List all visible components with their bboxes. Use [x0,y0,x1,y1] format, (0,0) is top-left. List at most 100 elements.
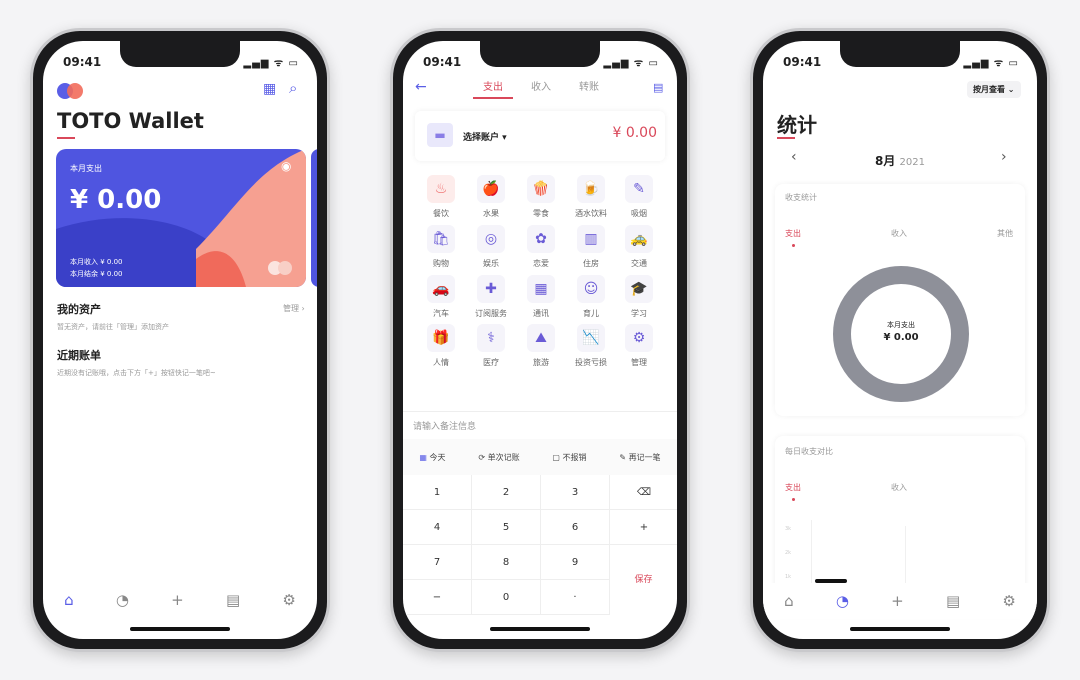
card-balance: 本月结余 ¥ 0.00 [70,270,123,278]
chart-icon[interactable]: ◔ [116,591,129,609]
summary-tab-expense[interactable]: 支出 [785,228,801,239]
calculator-icon[interactable]: ▤ [946,592,960,610]
category-item[interactable]: ☺ 育儿 [566,275,616,319]
category-item[interactable]: ✎ 吸烟 [614,175,664,219]
chart-icon[interactable]: ◔ [836,592,849,610]
next-card-peek[interactable] [311,149,317,287]
home-indicator [850,627,950,631]
title-underline [777,137,795,139]
options-row: ▦ 今天 ⟳ 单次记账 ▢ 不报销 ✎ 再记一笔 [403,439,677,475]
category-label: 恋爱 [533,259,549,268]
home-icon[interactable]: ⌂ [64,591,74,609]
amount-input[interactable]: ¥ 0.00 [612,125,657,141]
summary-tab-other[interactable]: 其他 [997,228,1013,239]
daily-tab-expense[interactable]: 支出 [785,482,801,493]
assets-manage-link[interactable]: 管理 › [283,303,305,314]
tab-bar: ⌂ ◔ + ▤ ⚙ [763,583,1037,619]
category-icon: 🛍 [427,225,455,253]
key-6[interactable]: 6 [541,510,610,545]
key-+[interactable]: + [610,510,677,545]
key-·[interactable]: · [541,580,610,615]
view-mode-dropdown[interactable]: 按月查看 ⌄ [967,81,1021,98]
category-item[interactable]: 🚗 汽车 [416,275,466,319]
category-item[interactable]: 🍺 酒水饮料 [566,175,616,219]
account-row[interactable]: ▬ 选择账户 ▾ ¥ 0.00 [415,111,665,161]
note-input[interactable]: 请输入备注信息 [413,419,476,432]
key-7[interactable]: 7 [403,545,472,580]
category-item[interactable]: 🎓 学习 [614,275,664,319]
category-icon: 🍿 [527,175,555,203]
category-item[interactable]: ◎ 娱乐 [466,225,516,269]
summary-tab-income[interactable]: 收入 [891,228,907,239]
settings-icon[interactable]: ⚙ [282,591,295,609]
category-icon: ▥ [577,225,605,253]
page-title: 统计 [777,113,817,137]
account-select[interactable]: 选择账户 ▾ [463,130,507,143]
entry-screen: 09:41 ▂▄▆ ᯤ ▭ ← 支出 收入 转账 ▤ ▬ 选择账户 ▾ ¥ 0.… [403,41,677,639]
category-item[interactable]: 🛍 购物 [416,225,466,269]
key-4[interactable]: 4 [403,510,472,545]
category-icon: 📉 [577,324,605,352]
key-9[interactable]: 9 [541,545,610,580]
next-month-button[interactable]: › [1001,149,1007,165]
y-tick: 1k [785,574,792,580]
notebook-icon[interactable]: ▤ [653,81,663,94]
category-item[interactable]: ⚕ 医疗 [466,324,516,368]
key-8[interactable]: 8 [472,545,541,580]
tab-income[interactable]: 收入 [531,78,551,93]
divider [403,411,677,412]
category-item[interactable]: ⚙ 管理 [614,324,664,368]
plus-icon[interactable]: + [891,592,904,610]
category-item[interactable]: ▦ 通讯 [516,275,566,319]
tab-transfer[interactable]: 转账 [579,78,599,93]
phone-stats: 09:41 ▂▄▆ ᯤ ▭ 按月查看 ⌄ 统计 ‹ 8月 2021 › 收支统计… [750,28,1050,652]
category-label: 水果 [483,209,499,218]
category-icon: ☺ [577,275,605,303]
category-item[interactable]: ♨ 餐饮 [416,175,466,219]
donut-label: 本月支出 [887,321,915,329]
key-−[interactable]: − [403,580,472,615]
another-entry-option[interactable]: ✎ 再记一笔 [619,452,660,463]
daily-tab-income[interactable]: 收入 [891,482,907,493]
reimburse-option[interactable]: ▢ 不报销 [552,452,586,463]
single-entry-option[interactable]: ⟳ 单次记账 [478,452,519,463]
key-0[interactable]: 0 [472,580,541,615]
save-button[interactable]: 保存 [610,545,677,615]
category-item[interactable]: ▥ 住房 [566,225,616,269]
date-label: 今天 [429,452,446,462]
tab-expense[interactable]: 支出 [483,78,503,93]
date-option[interactable]: ▦ 今天 [419,452,445,463]
category-item[interactable]: ⛰ 旅游 [516,324,566,368]
category-label: 投资亏损 [575,358,607,367]
calendar-icon[interactable]: ▦ [263,81,276,97]
category-label: 订阅服务 [475,309,507,318]
category-icon: 🎁 [427,324,455,352]
prev-month-button[interactable]: ‹ [791,149,797,165]
card-income: 本月收入 ¥ 0.00 [70,258,123,266]
key-3[interactable]: 3 [541,475,610,510]
eye-icon[interactable]: ◉ [281,159,291,173]
summary-card: 收支统计 支出 收入 其他 本月支出 ¥ 0.00 [775,184,1025,416]
key-1[interactable]: 1 [403,475,472,510]
category-icon: ♨ [427,175,455,203]
expense-card[interactable]: 本月支出 ◉ ¥ 0.00 本月收入 ¥ 0.00 本月结余 ¥ 0.00 [56,149,306,287]
key-5[interactable]: 5 [472,510,541,545]
category-item[interactable]: 🚕 交通 [614,225,664,269]
back-arrow-icon[interactable]: ← [415,79,427,95]
category-item[interactable]: 🎁 人情 [416,324,466,368]
category-item[interactable]: 🍿 零食 [516,175,566,219]
home-icon[interactable]: ⌂ [784,592,794,610]
search-icon[interactable]: ⌕ [289,79,297,97]
notch [480,41,600,67]
settings-icon[interactable]: ⚙ [1002,592,1015,610]
category-item[interactable]: ✿ 恋爱 [516,225,566,269]
plus-icon[interactable]: + [171,591,184,609]
category-label: 吸烟 [631,209,647,218]
category-item[interactable]: 🍎 水果 [466,175,516,219]
category-item[interactable]: 📉 投资亏损 [566,324,616,368]
key-⌫[interactable]: ⌫ [610,475,677,510]
key-2[interactable]: 2 [472,475,541,510]
calculator-icon[interactable]: ▤ [226,591,240,609]
assets-empty: 暂无资产，请前往「管理」添加资产 [57,323,169,331]
category-item[interactable]: ✚ 订阅服务 [466,275,516,319]
